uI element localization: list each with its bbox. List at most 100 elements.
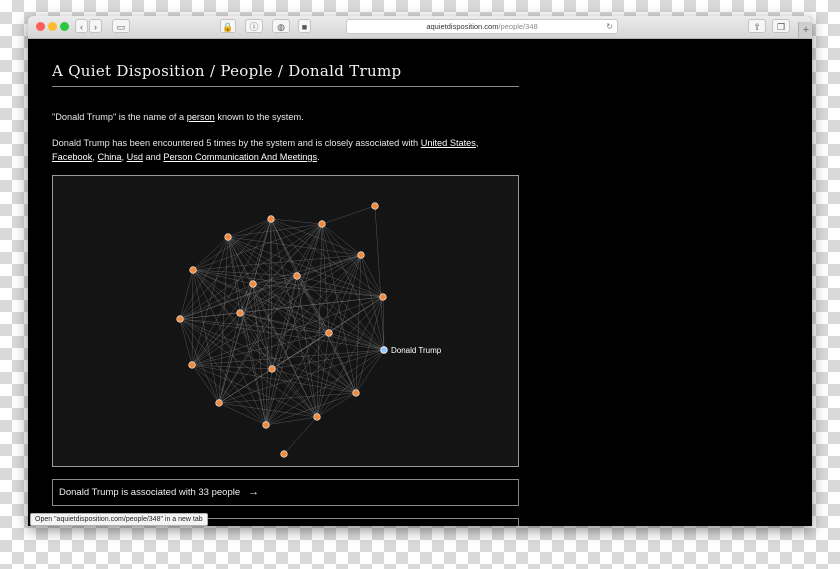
- close-window-button[interactable]: [36, 22, 45, 31]
- info-button[interactable]: ⓘ: [245, 19, 263, 33]
- separator: ,: [475, 138, 479, 148]
- graph-edge: [218, 349, 385, 404]
- share-icon: ⇧: [753, 22, 761, 32]
- network-graph[interactable]: Donald Trump: [52, 175, 519, 467]
- graph-edge: [265, 254, 362, 426]
- separator: and: [142, 152, 164, 162]
- graph-edge: [191, 364, 267, 426]
- forward-icon: ›: [94, 22, 97, 32]
- graph-edge: [355, 349, 385, 394]
- sidebar-icon: ▭: [116, 22, 126, 32]
- graph-edge: [374, 205, 385, 351]
- graph-edge: [265, 392, 357, 426]
- link-usd[interactable]: Usd: [127, 152, 143, 162]
- network-graph-svg: Donald Trump: [176, 202, 442, 458]
- graph-edge: [179, 223, 323, 320]
- arrow-right-icon: →: [248, 486, 260, 498]
- graph-node: [176, 315, 184, 323]
- browser-toolbar: ‹ › ▭ 🔒 ⓘ ◍ ■ aquietdisposition.com/peop…: [28, 16, 812, 39]
- plus-icon: +: [802, 24, 810, 36]
- graph-edge: [227, 236, 362, 256]
- link-facebook[interactable]: Facebook: [52, 152, 92, 162]
- graph-edge: [316, 349, 385, 418]
- graph-edge: [179, 318, 267, 426]
- associations-text-before: Donald Trump has been encountered 5 time…: [52, 138, 421, 148]
- graph-node: [267, 215, 275, 223]
- lock-icon: 🔒: [222, 22, 234, 32]
- associated-people-link[interactable]: Donald Trump is associated with 33 peopl…: [52, 479, 519, 506]
- intro-paragraph: "Donald Trump" is the name of a person k…: [52, 110, 522, 124]
- new-tab-button[interactable]: +: [798, 22, 812, 38]
- graph-edge: [179, 318, 220, 404]
- page-content: A Quiet Disposition / People / Donald Tr…: [28, 39, 812, 526]
- graph-edge: [191, 349, 385, 366]
- link-person-communication[interactable]: Person Communication And Meetings: [163, 152, 317, 162]
- graph-focus-node: [380, 346, 388, 354]
- graph-node: [189, 266, 197, 274]
- stop-icon: ■: [301, 22, 308, 32]
- associated-people-text: Donald Trump is associated with 33 peopl…: [59, 487, 241, 498]
- graph-edge: [227, 223, 323, 238]
- zoom-window-button[interactable]: [60, 22, 69, 31]
- reader-icon: ◍: [277, 22, 285, 32]
- page-title: A Quiet Disposition / People / Donald Tr…: [52, 62, 402, 80]
- graph-edge: [179, 318, 193, 366]
- graph-node: [325, 329, 333, 337]
- graph-node: [379, 293, 387, 301]
- graph-edge: [252, 283, 330, 334]
- graph-edge: [321, 205, 376, 225]
- graph-node: [371, 202, 379, 210]
- url-path: /people/348: [498, 22, 538, 31]
- graph-node: [188, 361, 196, 369]
- graph-node: [352, 389, 360, 397]
- url-domain: aquietdisposition.com: [426, 22, 499, 31]
- graph-node: [262, 421, 270, 429]
- reader-button[interactable]: ◍: [272, 19, 290, 33]
- person-link[interactable]: person: [187, 112, 215, 122]
- graph-edge: [252, 283, 384, 298]
- graph-edge: [227, 218, 272, 238]
- back-icon: ‹: [80, 22, 83, 32]
- privacy-button[interactable]: 🔒: [220, 19, 236, 33]
- graph-edges: [179, 205, 385, 455]
- share-button[interactable]: ⇧: [748, 19, 766, 33]
- link-united-states[interactable]: United States: [421, 138, 476, 148]
- focus-node-label: Donald Trump: [391, 346, 442, 355]
- graph-edge: [271, 368, 318, 418]
- browser-window: ‹ › ▭ 🔒 ⓘ ◍ ■ aquietdisposition.com/peop…: [28, 16, 812, 526]
- address-bar[interactable]: aquietdisposition.com/people/348 ↻: [346, 19, 618, 34]
- reload-icon[interactable]: ↻: [606, 20, 613, 33]
- graph-node: [293, 272, 301, 280]
- graph-node: [224, 233, 232, 241]
- graph-node: [268, 365, 276, 373]
- graph-edge: [270, 218, 323, 225]
- tabs-overview-button[interactable]: ❐: [772, 19, 790, 33]
- graph-node: [318, 220, 326, 228]
- period: .: [317, 152, 320, 162]
- info-icon: ⓘ: [249, 22, 259, 32]
- graph-edge: [192, 236, 229, 271]
- graph-edge: [360, 254, 384, 298]
- associations-paragraph: Donald Trump has been encountered 5 time…: [52, 136, 522, 164]
- stop-button[interactable]: ■: [298, 19, 311, 33]
- back-button[interactable]: ‹: [75, 19, 88, 33]
- intro-text-before: "Donald Trump" is the name of a: [52, 112, 187, 122]
- forward-button[interactable]: ›: [89, 19, 102, 33]
- graph-node: [357, 251, 365, 259]
- graph-edge: [192, 254, 362, 271]
- sidebar-button[interactable]: ▭: [112, 19, 130, 33]
- intro-text-after: known to the system.: [214, 112, 304, 122]
- graph-node: [313, 413, 321, 421]
- link-china[interactable]: China: [97, 152, 121, 162]
- graph-edge: [239, 312, 267, 426]
- status-bar: Open "aquietdisposition.com/people/348" …: [30, 513, 208, 526]
- minimize-window-button[interactable]: [48, 22, 57, 31]
- graph-edge: [265, 416, 318, 426]
- graph-node: [280, 450, 288, 458]
- graph-node: [215, 399, 223, 407]
- graph-edge: [283, 416, 318, 455]
- tabs-icon: ❐: [776, 22, 786, 32]
- graph-node: [249, 280, 257, 288]
- title-divider: [52, 86, 519, 87]
- graph-node: [236, 309, 244, 317]
